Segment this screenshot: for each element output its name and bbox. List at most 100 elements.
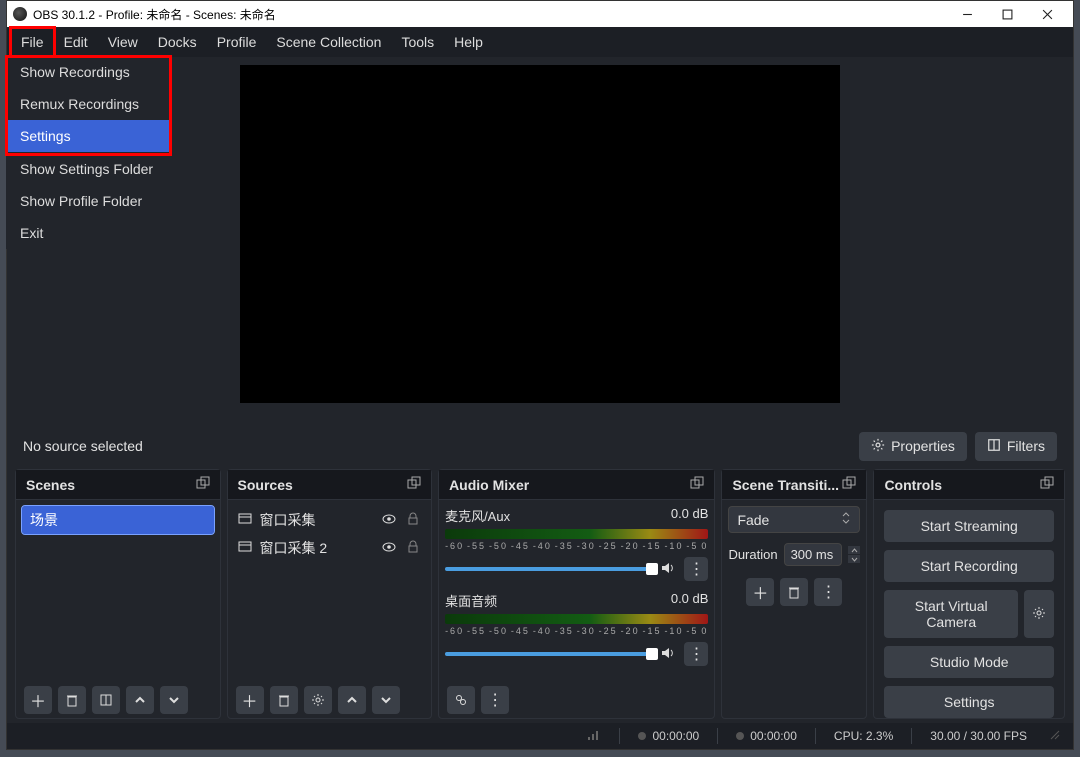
- advanced-audio-button[interactable]: [447, 686, 475, 714]
- window-minimize-button[interactable]: [947, 1, 987, 27]
- visibility-toggle-icon[interactable]: [381, 511, 397, 530]
- live-time: 00:00:00: [652, 729, 699, 743]
- network-bars-icon: [587, 729, 601, 744]
- source-row[interactable]: 窗口采集 2: [234, 534, 426, 562]
- audio-ticks: -60-55-50-45-40-35-30-25-20-15-10-50: [445, 626, 708, 636]
- duration-label: Duration: [728, 547, 777, 562]
- filters-label: Filters: [1007, 438, 1045, 454]
- audio-mixer-dock: Audio Mixer 麦克风/Aux 0.0 dB -60-55-50-45-…: [438, 469, 715, 719]
- duration-input[interactable]: 300 ms: [784, 543, 843, 566]
- scene-item[interactable]: 场景: [22, 506, 214, 534]
- window-close-button[interactable]: [1027, 1, 1067, 27]
- mixer-title: Audio Mixer: [449, 477, 529, 493]
- scene-remove-button[interactable]: [58, 686, 86, 714]
- transitions-dock: Scene Transiti... Fade Duration 300 ms: [721, 469, 867, 719]
- sources-dock: Sources 窗口采集 窗口采集 2 ＋: [227, 469, 433, 719]
- menu-docks[interactable]: Docks: [148, 28, 207, 56]
- scene-add-button[interactable]: ＋: [24, 686, 52, 714]
- scenes-dock: Scenes 场景 ＋: [15, 469, 221, 719]
- menu-item-settings[interactable]: Settings: [6, 120, 171, 152]
- cpu-usage: CPU: 2.3%: [834, 729, 893, 743]
- menu-item-remux-recordings[interactable]: Remux Recordings: [6, 88, 171, 120]
- visibility-toggle-icon[interactable]: [381, 539, 397, 558]
- source-move-up-button[interactable]: [338, 686, 366, 714]
- channel-menu-button[interactable]: ⋮: [684, 557, 708, 581]
- resize-grip-icon[interactable]: [1049, 729, 1061, 744]
- fps-display: 30.00 / 30.00 FPS: [930, 729, 1027, 743]
- transition-remove-button[interactable]: [780, 578, 808, 606]
- menu-help[interactable]: Help: [444, 28, 493, 56]
- file-menu-dropdown-rest: Show Settings Folder Show Profile Folder…: [6, 153, 171, 249]
- speaker-icon[interactable]: [660, 560, 676, 579]
- transition-menu-button[interactable]: ⋮: [814, 578, 842, 606]
- studio-mode-button[interactable]: Studio Mode: [884, 646, 1054, 678]
- gear-icon: [871, 438, 885, 455]
- menu-tools[interactable]: Tools: [391, 28, 444, 56]
- dock-popout-icon[interactable]: [407, 476, 421, 493]
- menu-item-show-recordings[interactable]: Show Recordings: [6, 56, 171, 88]
- rec-dot-icon: [736, 732, 744, 740]
- settings-button[interactable]: Settings: [884, 686, 1054, 718]
- duration-step-down[interactable]: [848, 555, 860, 563]
- start-recording-button[interactable]: Start Recording: [884, 550, 1054, 582]
- duration-step-up[interactable]: [848, 546, 860, 554]
- virtual-camera-settings-button[interactable]: [1024, 590, 1054, 638]
- menu-file[interactable]: File: [11, 28, 54, 56]
- volume-slider[interactable]: [445, 567, 652, 571]
- transitions-title: Scene Transiti...: [732, 477, 839, 493]
- live-dot-icon: [638, 732, 646, 740]
- transition-select[interactable]: Fade: [728, 506, 860, 533]
- scene-filter-button[interactable]: [92, 686, 120, 714]
- source-remove-button[interactable]: [270, 686, 298, 714]
- audio-meter: [445, 529, 708, 539]
- start-streaming-button[interactable]: Start Streaming: [884, 510, 1054, 542]
- volume-slider[interactable]: [445, 652, 652, 656]
- mixer-channel-name: 麦克风/Aux: [445, 506, 510, 525]
- preview-canvas[interactable]: [240, 65, 840, 403]
- dock-popout-icon[interactable]: [842, 476, 856, 493]
- file-menu-dropdown: Show Recordings Remux Recordings Setting…: [6, 56, 171, 155]
- window-maximize-button[interactable]: [987, 1, 1027, 27]
- window-capture-icon: [238, 540, 252, 557]
- dock-popout-icon[interactable]: [196, 476, 210, 493]
- scene-move-up-button[interactable]: [126, 686, 154, 714]
- source-add-button[interactable]: ＋: [236, 686, 264, 714]
- no-source-selected-label: No source selected: [23, 438, 143, 454]
- chevron-updown-icon: [841, 511, 851, 528]
- obs-logo-icon: [13, 7, 27, 21]
- source-row[interactable]: 窗口采集: [234, 506, 426, 534]
- menu-edit[interactable]: Edit: [54, 28, 98, 56]
- source-move-down-button[interactable]: [372, 686, 400, 714]
- mixer-channel-name: 桌面音频: [445, 591, 497, 610]
- menubar: File Edit View Docks Profile Scene Colle…: [7, 27, 1073, 57]
- start-virtual-camera-button[interactable]: Start Virtual Camera: [884, 590, 1018, 638]
- sources-title: Sources: [238, 477, 293, 493]
- mixer-channel-db: 0.0 dB: [671, 506, 709, 525]
- window-capture-icon: [238, 512, 252, 529]
- source-name: 窗口采集: [260, 510, 374, 530]
- menu-item-show-settings-folder[interactable]: Show Settings Folder: [6, 153, 171, 185]
- transition-add-button[interactable]: ＋: [746, 578, 774, 606]
- dock-popout-icon[interactable]: [1040, 476, 1054, 493]
- menu-view[interactable]: View: [98, 28, 148, 56]
- scene-move-down-button[interactable]: [160, 686, 188, 714]
- source-properties-button[interactable]: [304, 686, 332, 714]
- lock-toggle-icon[interactable]: [405, 539, 421, 558]
- properties-button[interactable]: Properties: [859, 432, 967, 461]
- source-toolbar: No source selected Properties Filters: [7, 427, 1073, 465]
- controls-title: Controls: [884, 477, 942, 493]
- audio-ticks: -60-55-50-45-40-35-30-25-20-15-10-50: [445, 541, 708, 551]
- filters-button[interactable]: Filters: [975, 432, 1057, 461]
- speaker-icon[interactable]: [660, 645, 676, 664]
- menu-item-show-profile-folder[interactable]: Show Profile Folder: [6, 185, 171, 217]
- channel-menu-button[interactable]: ⋮: [684, 642, 708, 666]
- menu-scene-collection[interactable]: Scene Collection: [266, 28, 391, 56]
- menu-profile[interactable]: Profile: [207, 28, 267, 56]
- properties-label: Properties: [891, 438, 955, 454]
- lock-toggle-icon[interactable]: [405, 511, 421, 530]
- dock-popout-icon[interactable]: [690, 476, 704, 493]
- scenes-title: Scenes: [26, 477, 75, 493]
- mixer-menu-button[interactable]: ⋮: [481, 686, 509, 714]
- menu-item-exit[interactable]: Exit: [6, 217, 171, 249]
- audio-meter: [445, 614, 708, 624]
